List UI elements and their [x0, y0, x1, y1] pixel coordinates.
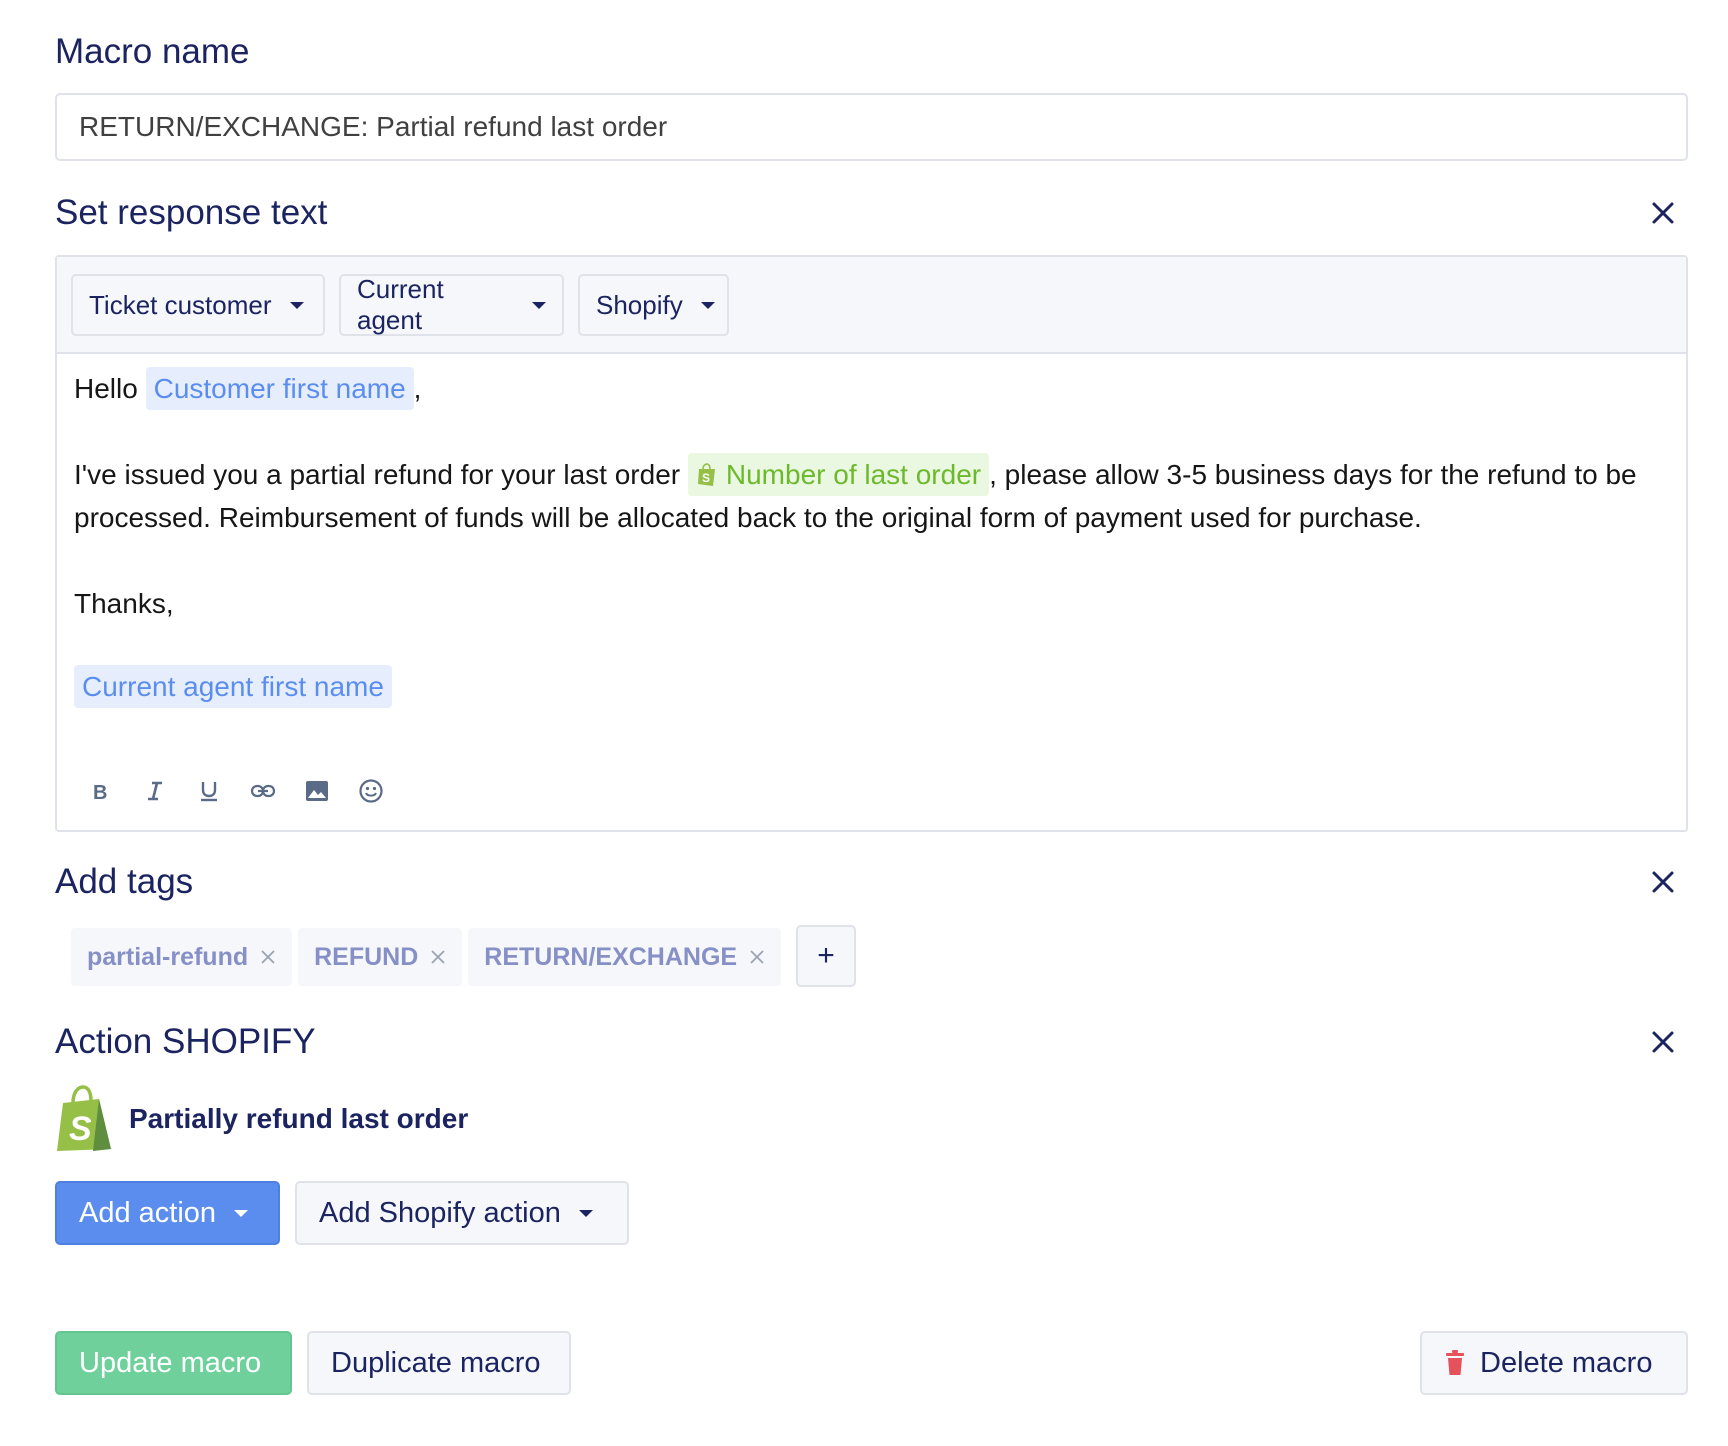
tag-label: REFUND — [314, 942, 419, 971]
remove-tag-close-icon[interactable] — [430, 949, 446, 965]
agent-first-name-variable[interactable]: Current agent first name — [74, 665, 392, 708]
add-action-button[interactable]: Add action — [55, 1181, 280, 1245]
svg-text:B: B — [93, 782, 107, 804]
tag-chip: RETURN/EXCHANGE — [468, 928, 782, 986]
thanks-line: Thanks, — [74, 588, 174, 619]
greeting-line: Hello Customer first name, — [74, 367, 1646, 410]
response-editor[interactable]: Ticket customer Current agent Shopify He… — [55, 255, 1688, 832]
remove-response-close-icon[interactable] — [1648, 198, 1678, 228]
bold-icon[interactable]: B — [87, 777, 115, 805]
shopify-logo-icon: S — [55, 1085, 115, 1153]
update-macro-button[interactable]: Update macro — [55, 1331, 292, 1395]
body-paragraph: I've issued you a partial refund for you… — [74, 453, 1646, 539]
shopify-bag-icon: S — [697, 463, 715, 486]
tag-chip: partial-refund — [71, 928, 293, 986]
chevron-down-icon — [532, 301, 546, 309]
variable-toolbar: Ticket customer Current agent Shopify — [57, 257, 1686, 354]
chevron-down-icon — [234, 1209, 249, 1217]
greeting-text: Hello — [74, 373, 138, 404]
italic-icon[interactable] — [141, 777, 169, 805]
duplicate-macro-button[interactable]: Duplicate macro — [307, 1331, 571, 1395]
svg-text:S: S — [702, 471, 710, 485]
add-tags-title: Add tags — [55, 862, 194, 901]
remove-shopify-action-close-icon[interactable] — [1648, 1027, 1678, 1057]
tag-label: RETURN/EXCHANGE — [484, 942, 738, 971]
ticket-customer-dropdown-label: Ticket customer — [89, 289, 272, 320]
current-agent-dropdown-label: Current agent — [357, 274, 444, 335]
add-action-label: Add action — [79, 1196, 217, 1229]
delete-macro-label: Delete macro — [1480, 1346, 1653, 1379]
shopify-action-row: S Partially refund last order — [55, 1085, 468, 1153]
delete-macro-button[interactable]: Delete macro — [1420, 1331, 1688, 1395]
shopify-dropdown-label: Shopify — [596, 289, 683, 320]
tag-label: partial-refund — [87, 942, 249, 971]
link-icon[interactable] — [249, 777, 277, 805]
emoji-icon[interactable] — [357, 777, 385, 805]
add-tag-button[interactable]: + — [796, 925, 856, 987]
chevron-down-icon — [578, 1209, 593, 1217]
last-order-number-label: Number of last order — [725, 459, 982, 490]
tag-list: partial-refund REFUND RETURN/EXCHANGE — [71, 928, 782, 986]
editor-content[interactable]: Hello Customer first name, I've issued y… — [74, 367, 1646, 708]
shopify-action-label: Partially refund last order — [129, 1103, 469, 1134]
customer-first-name-variable[interactable]: Customer first name — [145, 367, 414, 410]
remove-tag-close-icon[interactable] — [260, 949, 276, 965]
shopify-dropdown[interactable]: Shopify — [578, 274, 729, 336]
shopify-action-title: Action SHOPIFY — [55, 1022, 316, 1061]
add-shopify-action-button[interactable]: Add Shopify action — [295, 1181, 629, 1245]
chevron-down-icon — [700, 301, 715, 309]
svg-text:S: S — [69, 1110, 92, 1148]
chevron-down-icon — [289, 301, 304, 309]
underline-icon[interactable] — [195, 777, 223, 805]
greeting-comma: , — [413, 373, 422, 404]
tag-chip: REFUND — [298, 928, 463, 986]
current-agent-dropdown[interactable]: Current agent — [339, 274, 564, 336]
trash-icon — [1444, 1350, 1466, 1376]
image-icon[interactable] — [303, 777, 331, 805]
ticket-customer-dropdown[interactable]: Ticket customer — [71, 274, 325, 336]
remove-tag-close-icon[interactable] — [749, 949, 765, 965]
formatting-toolbar: B — [87, 777, 385, 805]
macro-name-label: Macro name — [55, 32, 250, 71]
last-order-number-variable[interactable]: S Number of last order — [687, 453, 990, 496]
remove-tags-close-icon[interactable] — [1648, 867, 1678, 897]
add-shopify-action-label: Add Shopify action — [319, 1196, 561, 1229]
macro-name-input[interactable] — [55, 93, 1688, 161]
response-text-title: Set response text — [55, 193, 328, 232]
signature-line: Current agent first name — [74, 665, 1646, 708]
body-text-before: I've issued you a partial refund for you… — [74, 459, 681, 490]
